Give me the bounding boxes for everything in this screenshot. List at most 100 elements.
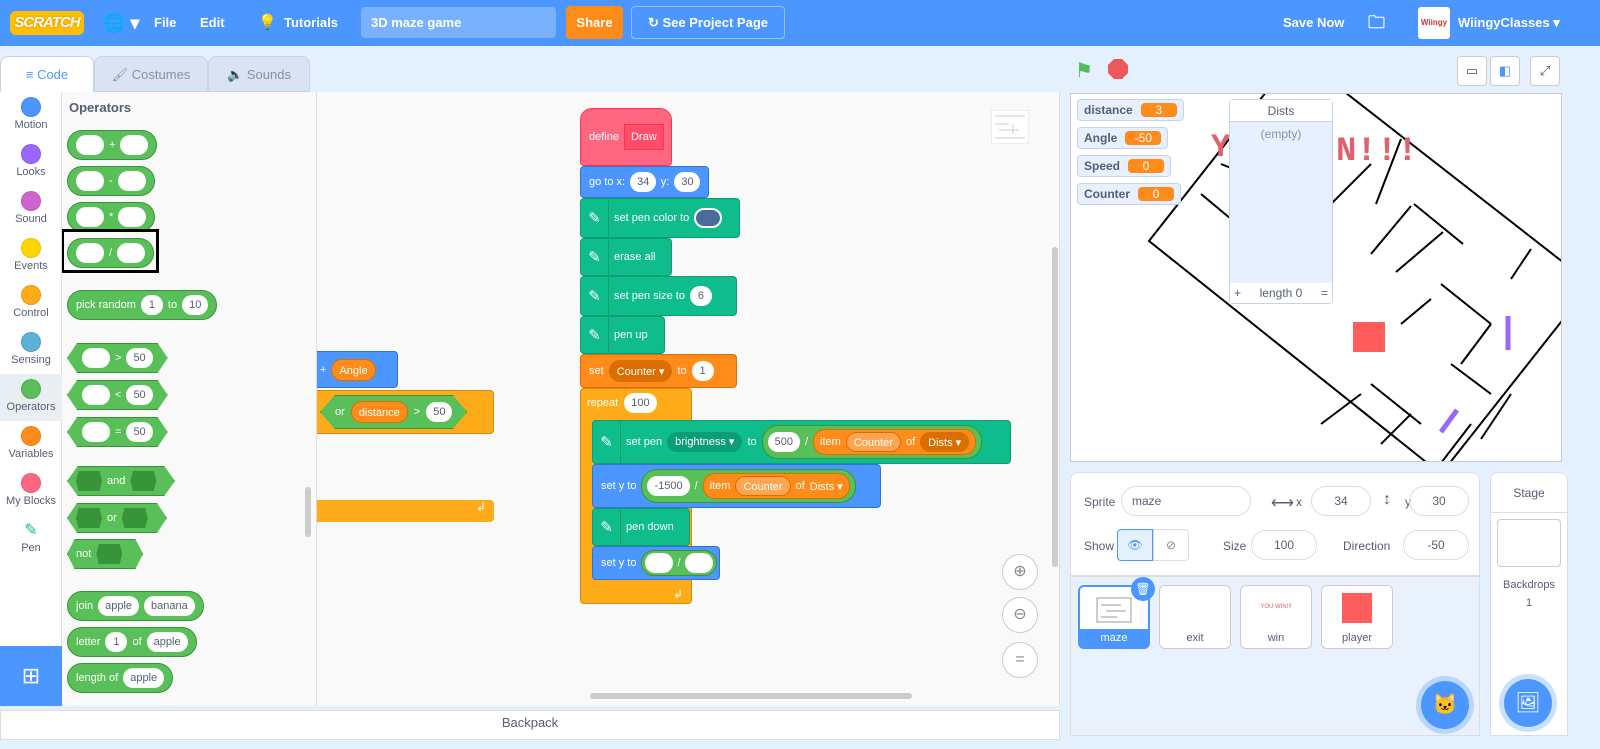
edit-menu[interactable]: Edit (200, 0, 225, 46)
input-slot[interactable]: 50 (126, 385, 153, 405)
category-my-blocks[interactable]: My Blocks (0, 468, 62, 515)
bool-slot[interactable] (96, 544, 123, 564)
sprite-name-input[interactable]: maze (1121, 486, 1251, 516)
variable-monitor-counter[interactable]: Counter 0 (1077, 183, 1181, 205)
category-looks[interactable]: Looks (0, 139, 62, 186)
input-slot[interactable]: 1 (691, 361, 714, 381)
list-monitor-dists[interactable]: Dists (empty) + length 0 = (1229, 99, 1333, 304)
category-sound[interactable]: Sound (0, 186, 62, 233)
file-menu[interactable]: File (154, 0, 176, 46)
tab-costumes[interactable]: 🖌 Costumes (94, 56, 208, 92)
variable-monitor-speed[interactable]: Speed 0 (1077, 155, 1172, 177)
add-extension-button[interactable]: ⊞ (0, 646, 62, 706)
bool-slot[interactable] (76, 471, 102, 491)
input-slot[interactable] (684, 553, 713, 573)
category-sensing[interactable]: Sensing (0, 327, 62, 374)
avatar[interactable]: Wiingy (1418, 7, 1450, 39)
operator-block[interactable]: * (67, 202, 156, 232)
erase-all-block[interactable]: ✎ erase all (580, 238, 672, 276)
x-input[interactable]: 34 (1311, 486, 1371, 516)
comparison-block[interactable]: <50 (67, 380, 168, 410)
category-operators[interactable]: Operators (0, 374, 62, 421)
script-area[interactable]: + Angle or distance >50 ↲ define Draw go to … (317, 92, 1060, 706)
backpack[interactable]: Backpack (0, 710, 1060, 740)
input-slot[interactable]: 50 (426, 402, 453, 422)
distance-reporter[interactable]: distance (350, 401, 408, 423)
sprite-thumb-player[interactable]: player (1321, 585, 1393, 649)
variable-dropdown[interactable]: Counter ▾ (608, 360, 673, 382)
pick-random-block[interactable]: pick random 1 to 10 (67, 290, 218, 320)
length-of-block[interactable]: length of apple (67, 663, 174, 693)
choose-sprite-button[interactable]: 🐱 (1421, 681, 1469, 729)
pen-down-block[interactable]: ✎ pen down (592, 508, 690, 546)
delete-sprite-icon[interactable]: 🗑 (1131, 577, 1155, 601)
divide-block[interactable]: -1500 / item Counter of Dists ▾ (641, 469, 856, 503)
letter-of-block[interactable]: letter 1 of apple (67, 627, 197, 657)
faded-control-block[interactable]: or distance >50 (317, 390, 494, 434)
horizontal-scrollbar[interactable] (590, 693, 912, 699)
input-slot[interactable]: 100 (624, 393, 657, 413)
account-menu[interactable]: WiingyClasses ▾ (1458, 0, 1560, 46)
palette-scrollbar[interactable] (305, 487, 311, 537)
stage-target-panel[interactable]: Stage Backdrops 1 🖼 (1490, 472, 1568, 736)
custom-block-name[interactable]: Draw (623, 124, 664, 150)
input-slot[interactable]: 10 (182, 295, 209, 315)
input-slot[interactable] (118, 207, 147, 227)
vertical-scrollbar[interactable] (1052, 247, 1058, 567)
color-swatch[interactable] (694, 208, 723, 228)
set-pen-size-block[interactable]: ✎ set pen size to 6 (580, 276, 737, 316)
category-pen[interactable]: ✎ Pen (0, 515, 62, 562)
bool-slot[interactable] (76, 508, 102, 528)
normal-stage-button[interactable]: ◧ (1490, 56, 1520, 86)
tutorials-menu[interactable]: Tutorials (284, 0, 338, 46)
counter-reporter[interactable]: Counter (735, 476, 791, 496)
input-slot[interactable] (76, 207, 104, 227)
item-of-list-block[interactable]: item Counter of Dists ▾ (702, 473, 850, 499)
bool-slot[interactable] (121, 508, 148, 528)
input-slot[interactable] (120, 135, 149, 155)
folder-icon[interactable]: 🗀 (1368, 0, 1385, 46)
set-y-block[interactable]: set y to -1500 / item Counter of Dists ▾ (592, 464, 881, 508)
item-of-list-block[interactable]: item Counter of Dists ▾ (813, 429, 977, 455)
input-slot[interactable]: 50 (126, 348, 153, 368)
list-dropdown[interactable]: Dists ▾ (920, 432, 970, 452)
input-slot[interactable]: apple (146, 632, 188, 652)
category-control[interactable]: Control (0, 280, 62, 327)
input-slot[interactable]: banana (144, 596, 195, 616)
counter-reporter[interactable]: Counter (845, 432, 901, 452)
project-title-input[interactable]: 3D maze game (361, 7, 556, 38)
bool-slot[interactable] (130, 471, 157, 491)
comparison-block[interactable]: >50 (67, 343, 168, 373)
go-to-xy-block[interactable]: go to x: 34 y: 30 (580, 166, 709, 198)
operator-block[interactable]: + (67, 130, 158, 160)
stage[interactable]: Y N!!! distance 3 Angle -50 Speed 0 Counter 0 D… (1070, 93, 1562, 462)
or-block[interactable]: or distance >50 (320, 395, 468, 429)
and-block[interactable]: and (67, 466, 175, 496)
not-block[interactable]: not (67, 539, 143, 569)
green-flag-icon[interactable]: ⚑ (1075, 58, 1093, 83)
input-slot[interactable]: 30 (674, 172, 700, 192)
divide-block[interactable]: 500 / item Counter of Dists ▾ (761, 425, 983, 459)
pen-up-block[interactable]: ✎ pen up (580, 316, 665, 354)
set-y-block[interactable]: set y to / (592, 546, 720, 580)
input-slot[interactable]: 1 (140, 295, 163, 315)
sprite-thumb-exit[interactable]: exit (1159, 585, 1231, 649)
input-slot[interactable]: 6 (689, 286, 712, 306)
set-pen-color-block[interactable]: ✎ set pen color to (580, 198, 740, 238)
category-events[interactable]: Events (0, 233, 62, 280)
input-slot[interactable] (82, 348, 110, 368)
comparison-block[interactable]: = 50 (67, 417, 168, 447)
scratch-logo[interactable]: SCRATCH (10, 11, 84, 35)
share-button[interactable]: Share (566, 6, 623, 39)
list-dropdown[interactable]: Dists ▾ (810, 480, 843, 493)
fullscreen-button[interactable]: ⤢ (1530, 56, 1560, 86)
list-resize-handle[interactable]: = (1321, 283, 1328, 303)
backdrop-thumbnail[interactable] (1497, 519, 1561, 567)
zoom-in-button[interactable]: ⊕ (1002, 554, 1038, 590)
choose-backdrop-button[interactable]: 🖼 (1504, 679, 1552, 727)
set-pen-param-block[interactable]: ✎ set pen brightness ▾ to 500 / item Counter of… (592, 420, 1011, 464)
input-slot[interactable] (645, 553, 674, 573)
direction-input[interactable]: -50 (1403, 530, 1469, 560)
variable-monitor-distance[interactable]: distance 3 (1077, 99, 1184, 121)
list-add-button[interactable]: + (1234, 283, 1241, 303)
